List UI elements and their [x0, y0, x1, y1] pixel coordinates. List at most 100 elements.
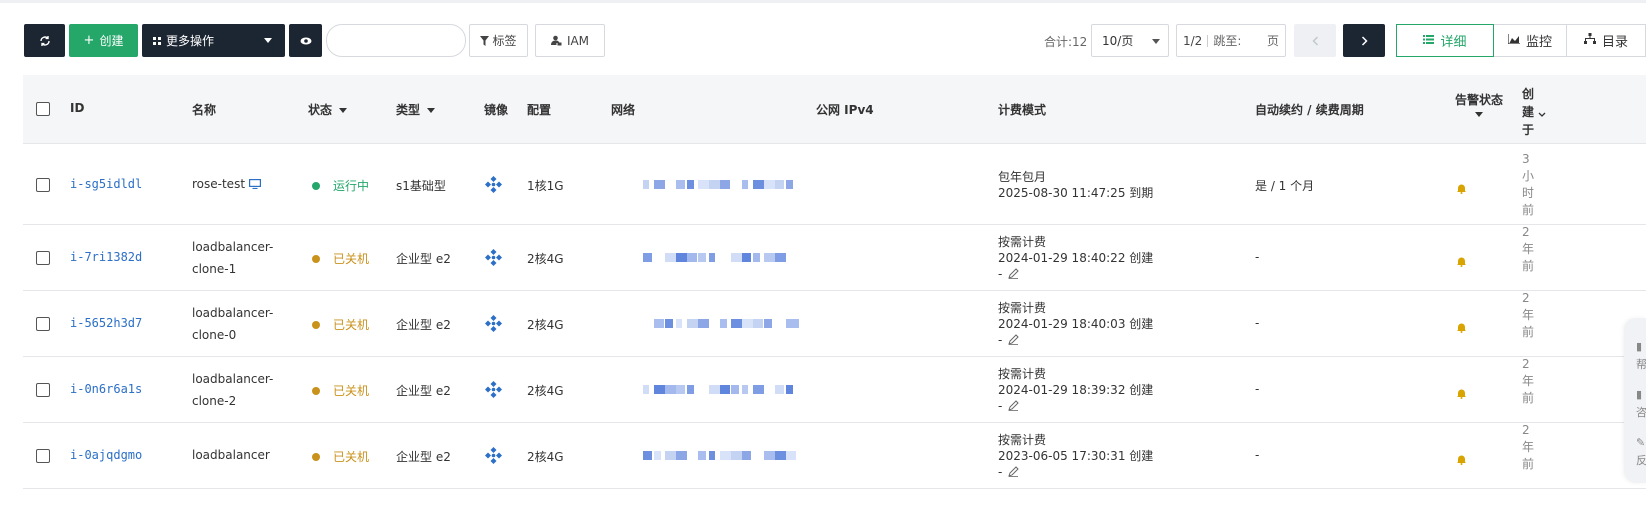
- redacted-pixel: [786, 253, 796, 262]
- os-image-icon: [485, 381, 502, 402]
- table-row[interactable]: i-7ri1382d loadbalancer-clone-1 已关机 企业型 e2 2…: [23, 225, 1646, 291]
- redacted-pixel: [687, 253, 697, 262]
- bell-icon[interactable]: [1456, 252, 1467, 271]
- edit-pencil-icon[interactable]: [1008, 333, 1020, 349]
- view-catalog-button[interactable]: 目录: [1567, 24, 1646, 57]
- row-checkbox[interactable]: [36, 383, 50, 397]
- redacted-pixel: [742, 451, 751, 460]
- redacted-pixel: [654, 451, 661, 460]
- sitemap-icon: [1583, 33, 1596, 48]
- sort-down-icon: [339, 108, 348, 113]
- bell-icon[interactable]: [1456, 450, 1467, 469]
- header-alert[interactable]: 告警状态: [1455, 93, 1503, 121]
- redacted-pixel: [775, 180, 784, 189]
- instance-id-link[interactable]: i-sg5idldl: [70, 177, 142, 191]
- row-checkbox[interactable]: [36, 178, 50, 192]
- table-row[interactable]: i-sg5idldl rose-test 运行中 s1基础型 1核1G 包年包月 2025-…: [23, 144, 1646, 225]
- redacted-pixel: [775, 385, 784, 394]
- status-text: 已关机: [333, 450, 370, 464]
- view-monitor-button[interactable]: 监控: [1494, 24, 1567, 57]
- instance-name-line1: loadbalancer-: [192, 372, 274, 386]
- redacted-pixel: [698, 319, 709, 328]
- instance-id-link[interactable]: i-0ajqdgmo: [70, 448, 142, 462]
- sort-down-icon: [1475, 112, 1483, 117]
- consult-icon[interactable]: ▮: [1636, 388, 1646, 401]
- row-checkbox[interactable]: [36, 317, 50, 331]
- billing-info: 按需计费 2024-01-29 18:39:32 创建 -: [998, 366, 1153, 415]
- bell-icon[interactable]: [1456, 179, 1467, 198]
- page-jumper[interactable]: 1/2 跳至: 页: [1176, 24, 1286, 57]
- instance-type: s1基础型: [396, 179, 446, 193]
- billing-note: -: [998, 267, 1003, 281]
- bell-icon[interactable]: [1456, 384, 1467, 403]
- billing-mode: 包年包月: [998, 170, 1047, 184]
- edit-pencil-icon[interactable]: [1008, 267, 1020, 283]
- os-image-icon: [485, 249, 502, 270]
- header-status[interactable]: 状态: [308, 101, 348, 118]
- page-size-select[interactable]: 10/页: [1091, 24, 1169, 57]
- view-detail-button[interactable]: 详细: [1396, 24, 1494, 57]
- row-checkbox[interactable]: [36, 251, 50, 265]
- instance-name: rose-test: [192, 177, 262, 192]
- chevron-left-icon: [1311, 31, 1319, 50]
- redacted-pixel: [753, 451, 760, 460]
- status-text: 已关机: [333, 384, 370, 398]
- table-row[interactable]: i-0ajqdgmo loadbalancer 已关机 企业型 e2 2核4G 按需计费 2…: [23, 423, 1646, 489]
- edit-pencil-icon[interactable]: [1008, 399, 1020, 415]
- instance-name: loadbalancer: [192, 448, 270, 462]
- instance-id-link[interactable]: i-7ri1382d: [70, 250, 142, 264]
- redacted-pixel: [709, 451, 715, 460]
- redacted-pixel: [764, 385, 775, 394]
- billing-note: -: [998, 333, 1003, 347]
- edit-pencil-icon[interactable]: [1008, 465, 1020, 481]
- status-text: 已关机: [333, 318, 370, 332]
- status-dot: [312, 452, 320, 461]
- redacted-pixel: [775, 319, 781, 328]
- redacted-pixel: [676, 180, 685, 189]
- redacted-pixel: [709, 253, 715, 262]
- redacted-pixel: [665, 180, 676, 189]
- header-id: ID: [70, 101, 85, 115]
- created-time: 3小时前: [1522, 152, 1535, 217]
- row-checkbox[interactable]: [36, 449, 50, 463]
- instance-id-link[interactable]: i-0n6r6a1s: [70, 382, 142, 396]
- status-text: 已关机: [333, 252, 370, 266]
- select-all-checkbox[interactable]: [36, 102, 50, 116]
- view-catalog-label: 目录: [1601, 35, 1628, 50]
- instance-config: 2核4G: [527, 450, 564, 464]
- chevron-right-icon: [1361, 31, 1368, 50]
- billing-info: 按需计费 2024-01-29 18:40:22 创建 -: [998, 234, 1153, 283]
- instance-name-line1: loadbalancer-: [192, 240, 274, 254]
- created-time: 2年前: [1522, 357, 1535, 405]
- side-item-consult[interactable]: 咨: [1636, 404, 1646, 420]
- redacted-pixel: [786, 385, 793, 394]
- redacted-pixel: [720, 319, 727, 328]
- side-help-widget[interactable]: ▮ 帮 ▮ 咨 ✎ 反: [1624, 318, 1646, 483]
- redacted-pixel: [742, 180, 748, 189]
- header-type[interactable]: 类型: [396, 101, 436, 118]
- next-page-button[interactable]: [1343, 24, 1385, 57]
- page-unit: 页: [1266, 34, 1279, 48]
- instance-name: loadbalancer-clone-0: [192, 302, 292, 346]
- header-config: 配置: [527, 103, 552, 117]
- redacted-pixel: [698, 253, 706, 262]
- redacted-pixel: [643, 385, 649, 394]
- table-row[interactable]: i-0n6r6a1s loadbalancer-clone-2 已关机 企业型 e2 2…: [23, 357, 1646, 423]
- instance-name: loadbalancer-clone-1: [192, 236, 292, 280]
- table-row[interactable]: i-5652h3d7 loadbalancer-clone-0 已关机 企业型 e2 2…: [23, 291, 1646, 357]
- prev-page-button[interactable]: [1294, 24, 1336, 57]
- monitor-icon[interactable]: [249, 178, 262, 192]
- pagination-bar: 合计:12 10/页 1/2 跳至: 页 详细 监控 目录: [0, 24, 1646, 58]
- help-icon[interactable]: ▮: [1636, 340, 1646, 353]
- header-created[interactable]: 创建于: [1522, 85, 1536, 139]
- side-item-help[interactable]: 帮: [1636, 356, 1646, 372]
- feedback-icon[interactable]: ✎: [1636, 436, 1646, 449]
- side-item-feedback[interactable]: 反: [1636, 452, 1646, 468]
- instance-name: loadbalancer-clone-2: [192, 368, 292, 412]
- renew-info: -: [1255, 316, 1260, 330]
- bell-icon[interactable]: [1456, 318, 1467, 337]
- view-monitor-label: 监控: [1525, 35, 1552, 50]
- instance-id-link[interactable]: i-5652h3d7: [70, 316, 142, 330]
- os-image-icon: [485, 447, 502, 468]
- billing-mode: 按需计费: [998, 433, 1047, 447]
